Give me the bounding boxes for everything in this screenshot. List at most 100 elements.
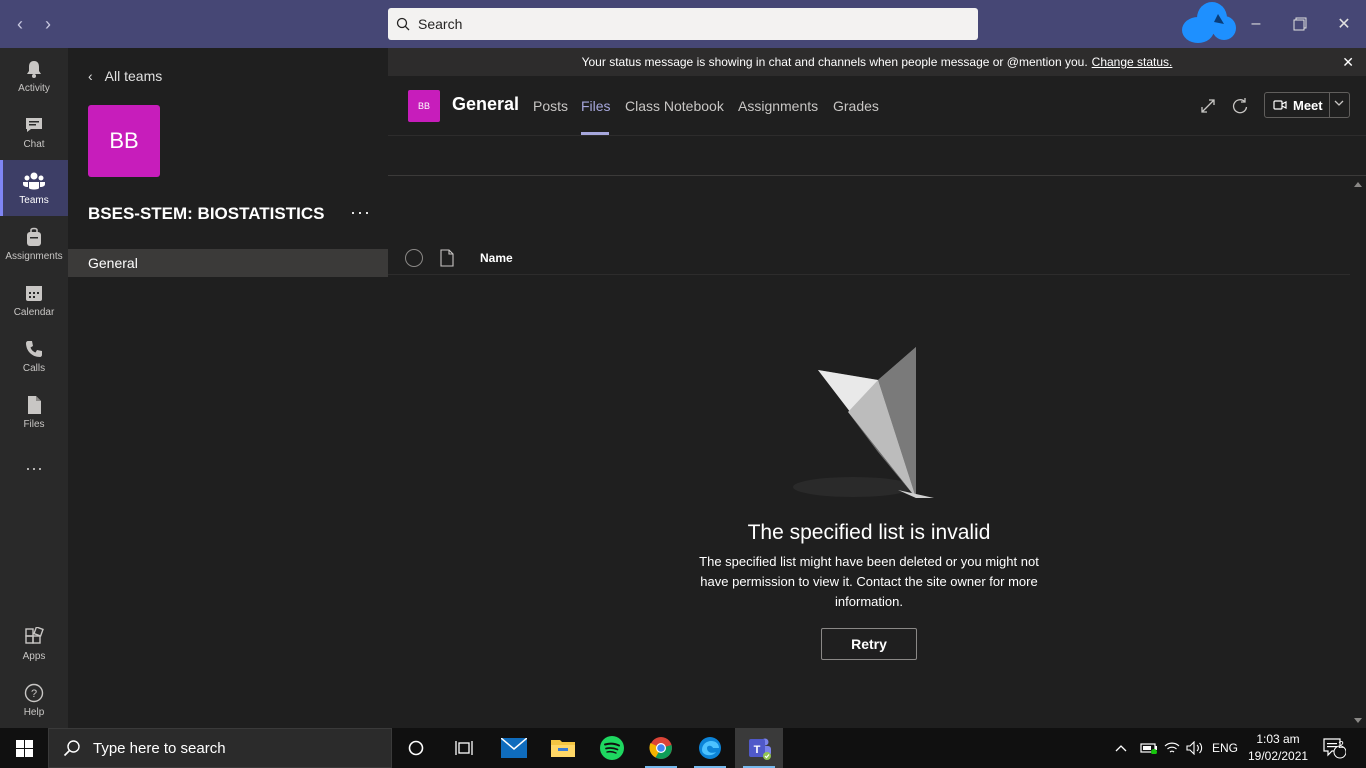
channel-header: BB General Posts Files Class Notebook As… bbox=[388, 76, 1366, 136]
scroll-down-icon[interactable] bbox=[1354, 718, 1362, 724]
search-icon bbox=[63, 740, 80, 757]
channel-initials: BB bbox=[417, 101, 430, 111]
all-teams-label: All teams bbox=[104, 68, 163, 84]
error-message: The specified list might have been delet… bbox=[699, 554, 1039, 609]
minimize-icon[interactable]: – bbox=[1244, 12, 1268, 36]
apps-icon bbox=[25, 626, 44, 644]
folder-icon bbox=[551, 740, 575, 757]
back-arrow-icon[interactable]: ‹ bbox=[10, 14, 30, 34]
speaker-icon bbox=[1186, 741, 1203, 755]
file-type-icon bbox=[440, 249, 454, 267]
scroll-up-icon[interactable] bbox=[1354, 181, 1362, 187]
team-more-options-button[interactable]: ··· bbox=[350, 202, 371, 223]
name-column-header[interactable]: Name bbox=[480, 251, 513, 265]
banner-text: Your status message is showing in chat a… bbox=[581, 55, 1088, 69]
rail-item-chat[interactable]: Chat bbox=[0, 104, 68, 160]
taskbar-chrome[interactable] bbox=[637, 728, 685, 768]
search-icon bbox=[396, 17, 410, 31]
meet-split-divider bbox=[1329, 93, 1330, 117]
close-icon[interactable]: ✕ bbox=[1342, 54, 1354, 71]
tab-assignments[interactable]: Assignments bbox=[738, 98, 818, 114]
taskbar-spotify[interactable] bbox=[588, 728, 636, 768]
meet-label: Meet bbox=[1293, 97, 1323, 113]
paper-plane-illustration bbox=[793, 347, 934, 498]
taskbar-file-explorer[interactable] bbox=[539, 728, 587, 768]
start-button[interactable] bbox=[0, 728, 48, 768]
rail-item-files[interactable]: Files bbox=[0, 384, 68, 440]
windows-logo-icon bbox=[15, 739, 33, 757]
tab-class-notebook[interactable]: Class Notebook bbox=[625, 98, 724, 114]
svg-text:?: ? bbox=[31, 688, 37, 700]
task-view-button[interactable] bbox=[440, 728, 488, 768]
app-rail: Activity Chat Teams Assignments Calendar… bbox=[0, 48, 68, 728]
taskbar-search-input[interactable]: Type here to search bbox=[48, 728, 392, 768]
tab-files[interactable]: Files bbox=[581, 98, 611, 114]
rail-item-help[interactable]: ? Help bbox=[0, 672, 68, 728]
svg-text:T: T bbox=[754, 744, 761, 756]
taskbar-mail[interactable] bbox=[490, 728, 538, 768]
action-center-button[interactable]: 2 bbox=[1322, 728, 1346, 768]
teams-icon bbox=[23, 172, 45, 189]
close-icon[interactable]: ✕ bbox=[1332, 12, 1356, 36]
language-indicator[interactable]: ENG bbox=[1212, 728, 1238, 768]
retry-button[interactable]: Retry bbox=[821, 628, 917, 660]
forward-arrow-icon[interactable]: › bbox=[38, 14, 58, 34]
spotify-icon bbox=[600, 736, 624, 760]
tab-grades[interactable]: Grades bbox=[833, 98, 879, 114]
rail-label: Teams bbox=[19, 194, 49, 206]
change-status-link[interactable]: Change status. bbox=[1092, 55, 1173, 69]
notification-count: 2 bbox=[1338, 740, 1344, 751]
backpack-icon bbox=[27, 227, 41, 246]
more-apps-button[interactable]: ··· bbox=[0, 440, 68, 496]
taskbar-search-placeholder: Type here to search bbox=[93, 739, 226, 757]
rail-label: Help bbox=[23, 706, 45, 718]
edge-icon bbox=[699, 737, 721, 759]
rail-label: Calendar bbox=[13, 306, 55, 318]
rail-item-calls[interactable]: Calls bbox=[0, 328, 68, 384]
video-camera-icon bbox=[1273, 100, 1287, 110]
chrome-icon bbox=[649, 737, 672, 759]
battery-button[interactable] bbox=[1140, 728, 1158, 768]
files-column-header bbox=[388, 237, 1350, 275]
refresh-icon[interactable] bbox=[1230, 96, 1250, 116]
taskbar-clock[interactable]: 1:03 am 19/02/2021 bbox=[1248, 731, 1308, 765]
file-icon bbox=[28, 395, 41, 414]
taskbar-edge[interactable] bbox=[686, 728, 734, 768]
restore-icon[interactable] bbox=[1288, 12, 1312, 36]
team-initials: BB bbox=[109, 128, 139, 153]
task-view-icon bbox=[455, 741, 473, 755]
all-teams-link[interactable]: ‹ All teams bbox=[88, 68, 162, 84]
rail-label: Calls bbox=[22, 362, 46, 374]
rail-item-assignments[interactable]: Assignments bbox=[0, 216, 68, 272]
taskbar-teams[interactable]: T bbox=[735, 728, 783, 768]
network-button[interactable] bbox=[1164, 728, 1180, 768]
rail-label: Activity bbox=[18, 82, 50, 94]
tab-posts[interactable]: Posts bbox=[533, 98, 568, 114]
rail-item-calendar[interactable]: Calendar bbox=[0, 272, 68, 328]
expand-icon[interactable] bbox=[1198, 96, 1218, 116]
meet-button[interactable]: Meet bbox=[1264, 92, 1350, 118]
calendar-icon bbox=[26, 285, 42, 301]
files-content: Name The specified list is invalid The s… bbox=[388, 177, 1350, 728]
chevron-left-icon: ‹ bbox=[88, 68, 93, 84]
channel-avatar: BB bbox=[408, 90, 440, 122]
select-all-radio[interactable] bbox=[405, 249, 423, 267]
more-icon: ··· bbox=[25, 457, 43, 478]
profile-avatar-icon[interactable] bbox=[1180, 0, 1240, 46]
bell-icon bbox=[27, 60, 41, 78]
volume-button[interactable] bbox=[1186, 728, 1204, 768]
channel-item-general[interactable]: General bbox=[68, 249, 388, 277]
show-hidden-icons-button[interactable] bbox=[1114, 728, 1128, 768]
wifi-icon bbox=[1164, 742, 1180, 753]
rail-item-apps[interactable]: Apps bbox=[0, 616, 68, 672]
rail-item-activity[interactable]: Activity bbox=[0, 48, 68, 104]
chevron-down-icon[interactable] bbox=[1333, 97, 1345, 112]
cortana-button[interactable] bbox=[392, 728, 440, 768]
team-avatar[interactable]: BB bbox=[88, 105, 160, 177]
vertical-scrollbar[interactable] bbox=[1350, 177, 1366, 728]
rail-item-teams[interactable]: Teams bbox=[0, 160, 68, 216]
status-banner: Your status message is showing in chat a… bbox=[388, 48, 1366, 76]
files-toolbar bbox=[388, 136, 1366, 176]
rail-label: Chat bbox=[23, 138, 45, 150]
search-input[interactable]: Search bbox=[388, 8, 978, 40]
